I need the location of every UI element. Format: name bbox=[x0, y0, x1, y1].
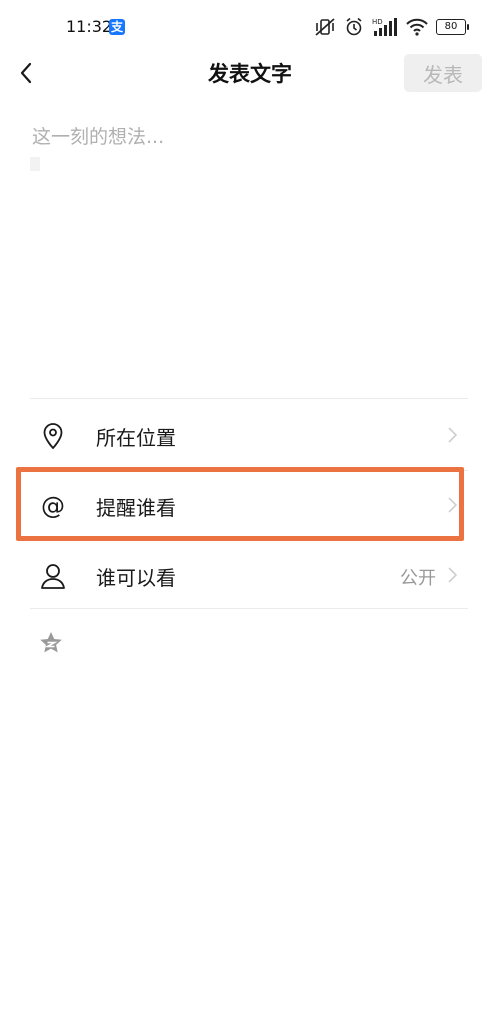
status-bar: 11:32 支 HD 80 bbox=[0, 0, 500, 52]
status-time: 11:32 bbox=[66, 17, 113, 36]
signal-icon: HD bbox=[372, 18, 397, 36]
chevron-right-icon bbox=[448, 567, 458, 583]
image-placeholder-mark bbox=[30, 157, 40, 171]
vibrate-mute-icon bbox=[315, 18, 335, 36]
divider bbox=[30, 608, 468, 609]
highlight-box bbox=[16, 467, 464, 541]
person-icon bbox=[41, 564, 65, 589]
location-label: 所在位置 bbox=[96, 426, 176, 450]
visibility-value: 公开 bbox=[400, 568, 436, 589]
network-label: HD bbox=[372, 18, 383, 26]
alipay-icon: 支 bbox=[109, 19, 125, 35]
emoji-star-icon bbox=[40, 632, 62, 653]
chevron-right-icon bbox=[448, 427, 458, 443]
battery-icon: 80 bbox=[436, 19, 469, 35]
location-row[interactable]: 所在位置 bbox=[22, 400, 472, 470]
location-pin-icon bbox=[43, 423, 63, 450]
publish-button[interactable]: 发表 bbox=[404, 54, 482, 92]
emoji-star-button[interactable] bbox=[38, 630, 64, 656]
visibility-row[interactable]: 谁可以看 公开 bbox=[22, 540, 472, 610]
wifi-icon bbox=[406, 18, 428, 36]
nav-bar: 发表文字 发表 bbox=[0, 52, 500, 94]
alarm-icon bbox=[346, 17, 362, 36]
divider bbox=[30, 398, 468, 399]
post-text-input[interactable] bbox=[30, 120, 474, 364]
visibility-label: 谁可以看 bbox=[96, 566, 176, 590]
status-icons: HD 80 bbox=[314, 17, 469, 37]
